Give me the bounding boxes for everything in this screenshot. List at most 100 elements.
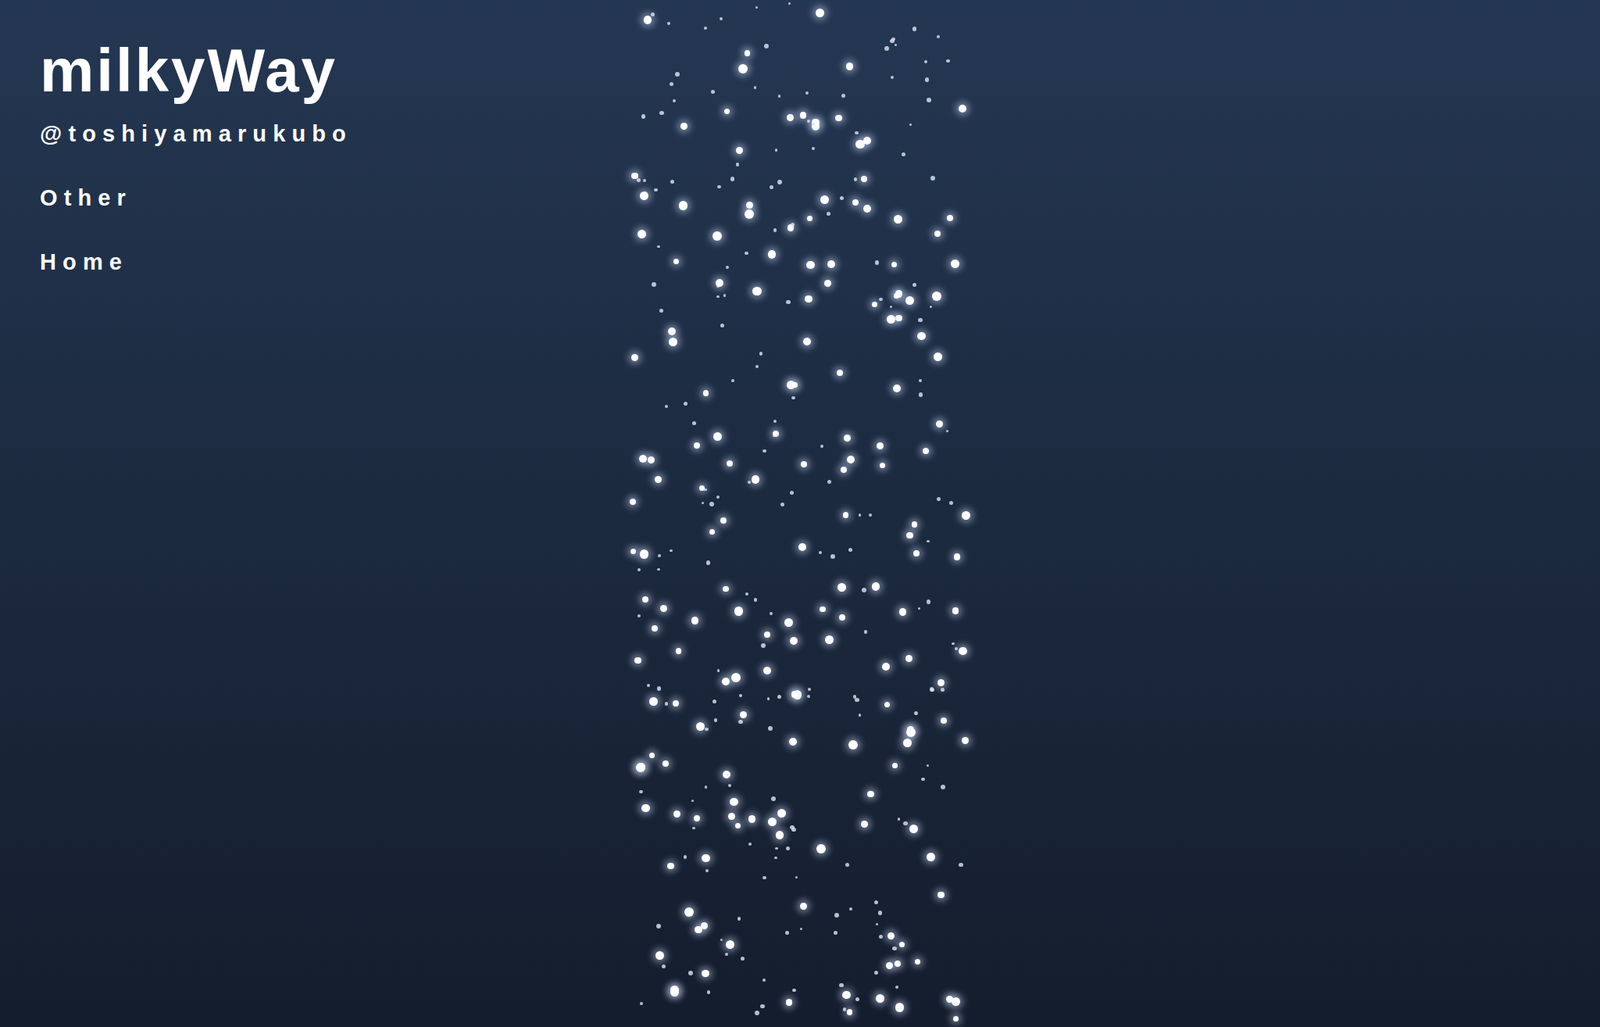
star: [670, 985, 679, 994]
star: [642, 596, 649, 603]
star: [630, 548, 636, 554]
star: [672, 700, 679, 707]
star: [763, 666, 772, 675]
star: [762, 875, 767, 880]
star: [899, 941, 905, 947]
star: [764, 631, 771, 638]
nav-link[interactable]: @toshiyamarukubo: [39, 121, 353, 147]
star: [764, 43, 769, 49]
star: [777, 694, 782, 699]
star: [659, 308, 664, 313]
star: [715, 278, 725, 288]
star: [650, 12, 655, 17]
star: [775, 148, 778, 151]
star: [646, 683, 650, 687]
star: [800, 902, 808, 910]
star: [641, 114, 647, 119]
star: [858, 713, 861, 716]
star: [953, 553, 961, 561]
star: [917, 332, 925, 340]
star: [744, 251, 748, 255]
star: [842, 990, 851, 1000]
star: [846, 455, 855, 464]
star: [664, 701, 669, 706]
star: [905, 296, 915, 306]
star: [726, 460, 733, 467]
star: [791, 827, 796, 832]
star: [816, 843, 826, 854]
star: [922, 447, 930, 455]
star: [769, 611, 773, 615]
star: [893, 214, 903, 224]
star: [710, 89, 715, 94]
star: [961, 510, 971, 520]
star: [704, 785, 708, 788]
star: [934, 230, 941, 237]
star: [807, 694, 811, 698]
star: [854, 131, 859, 136]
star: [694, 925, 703, 934]
nav-link[interactable]: Other: [39, 185, 353, 211]
star: [905, 654, 913, 662]
star: [684, 907, 694, 917]
star: [675, 647, 682, 654]
star: [930, 175, 936, 181]
star: [660, 604, 668, 612]
site-title[interactable]: milkyWay: [39, 37, 338, 105]
star: [950, 259, 960, 268]
star: [882, 662, 890, 671]
star: [780, 502, 785, 507]
nav-link[interactable]: Home: [39, 250, 353, 275]
star: [672, 99, 675, 102]
star: [669, 549, 672, 552]
star: [940, 687, 944, 691]
star: [637, 567, 641, 572]
star: [887, 932, 895, 940]
star: [913, 550, 920, 557]
star: [906, 532, 914, 540]
star: [886, 314, 896, 324]
star: [778, 94, 782, 98]
star: [703, 26, 708, 30]
star: [932, 291, 941, 300]
star: [747, 480, 751, 484]
star: [842, 511, 850, 518]
star: [846, 62, 854, 70]
star: [830, 553, 836, 559]
star: [657, 567, 661, 572]
star: [643, 15, 652, 24]
star: [664, 404, 668, 408]
star: [791, 396, 795, 400]
star: [762, 449, 767, 454]
star: [909, 824, 918, 833]
star: [748, 814, 756, 822]
star: [701, 969, 709, 977]
star: [720, 323, 725, 328]
star: [890, 75, 894, 79]
star: [670, 179, 675, 184]
star: [912, 26, 918, 32]
star: [892, 946, 897, 951]
star: [820, 195, 829, 204]
star: [792, 382, 798, 388]
star: [629, 498, 636, 505]
star: [730, 176, 735, 181]
star: [917, 317, 922, 322]
star: [853, 694, 857, 698]
star: [641, 803, 650, 812]
star: [655, 950, 665, 960]
star: [753, 597, 758, 602]
star: [649, 696, 658, 706]
star: [875, 260, 879, 265]
star: [744, 209, 754, 219]
star: [871, 301, 878, 308]
star: [654, 475, 662, 483]
star: [840, 466, 847, 473]
star: [772, 434, 775, 437]
star: [839, 614, 845, 620]
star: [704, 727, 709, 732]
star: [926, 764, 929, 767]
star: [835, 114, 843, 122]
star: [903, 738, 912, 747]
star: [824, 279, 832, 287]
